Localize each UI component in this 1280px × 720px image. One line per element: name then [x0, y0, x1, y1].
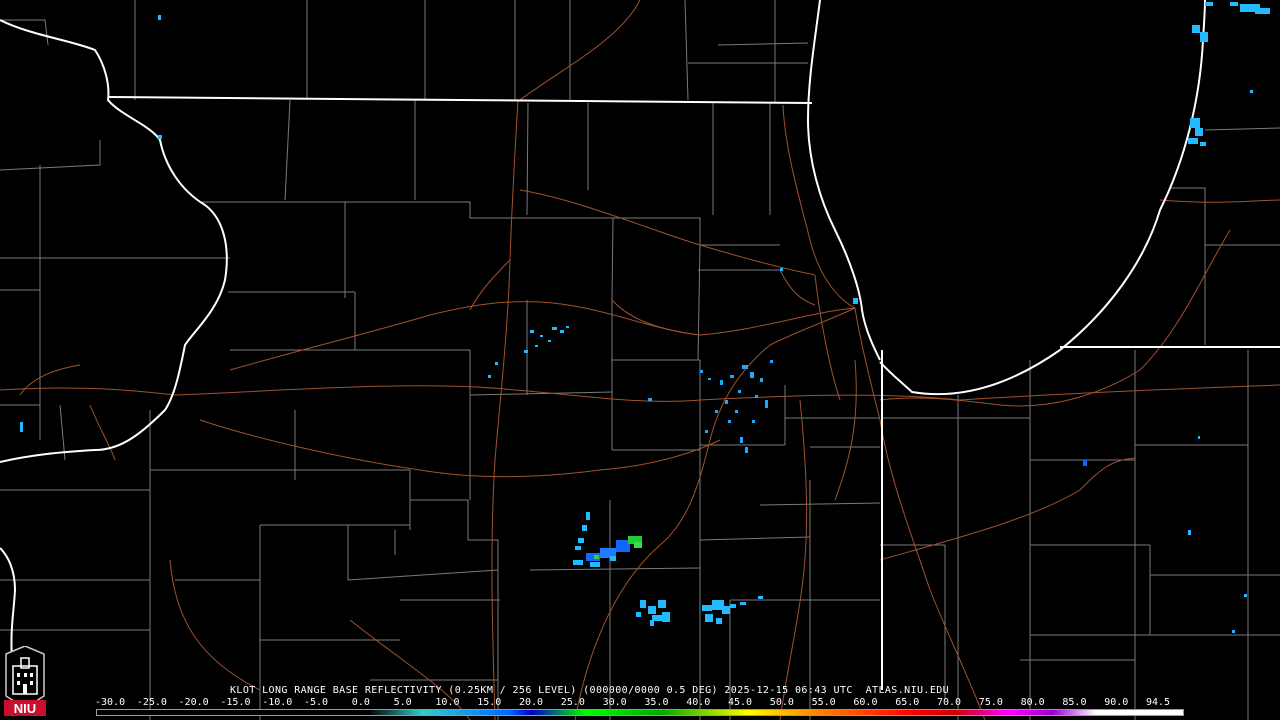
scale-label: 65.0	[895, 697, 920, 708]
niu-logo-text: NIU	[14, 701, 36, 716]
scale-label: 20.0	[519, 697, 544, 708]
scale-label: 80.0	[1020, 697, 1045, 708]
scale-label: -25.0	[136, 697, 167, 708]
scale-label: 30.0	[602, 697, 627, 708]
scale-label: -10.0	[262, 697, 293, 708]
scale-label: 35.0	[644, 697, 669, 708]
scale-label: 94.5	[1146, 697, 1171, 708]
scale-label: 90.0	[1104, 697, 1129, 708]
scale-label: 0.0	[351, 697, 370, 708]
scale-label: -20.0	[178, 697, 209, 708]
scale-label: 25.0	[560, 697, 585, 708]
scale-label: -15.0	[220, 697, 251, 708]
scale-label: 55.0	[811, 697, 836, 708]
echo-cluster-southwest	[573, 512, 642, 567]
niu-logo: NIU	[4, 646, 46, 716]
scale-label: 70.0	[937, 697, 962, 708]
product-title: KLOT LONG RANGE BASE REFLECTIVITY (0.25K…	[230, 685, 950, 696]
scale-label: -5.0	[304, 697, 329, 708]
scale-label: 50.0	[769, 697, 794, 708]
echo-cluster-northwest	[488, 326, 569, 378]
scale-label: 40.0	[686, 697, 711, 708]
radar-map	[0, 0, 1280, 720]
scale-label: -30.0	[95, 697, 126, 708]
scale-label: 75.0	[978, 697, 1003, 708]
scale-label: 85.0	[1062, 697, 1087, 708]
scale-label: 5.0	[393, 697, 412, 708]
reflectivity-color-bar	[96, 709, 1184, 716]
scale-label: 45.0	[728, 697, 753, 708]
scale-label: 10.0	[435, 697, 460, 708]
scale-labels: -30.0 -25.0 -20.0 -15.0 -10.0 -5.0 0.0 5.0 10.0 1…	[95, 697, 1195, 709]
scale-label: 15.0	[477, 697, 502, 708]
scale-label: 60.0	[853, 697, 878, 708]
state-borders	[0, 0, 1280, 690]
